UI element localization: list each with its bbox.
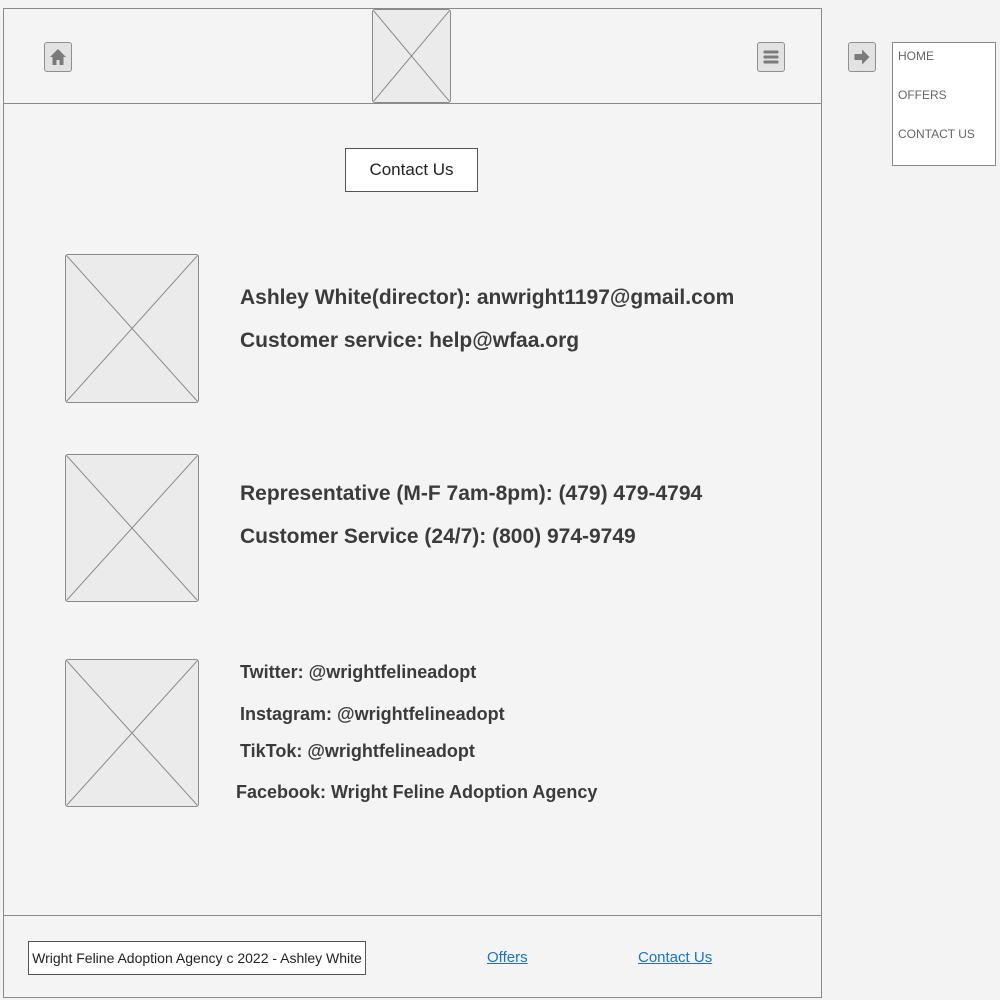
header-divider [3, 103, 822, 104]
social-image-placeholder [65, 659, 199, 807]
footer-link-offers[interactable]: Offers [487, 949, 528, 966]
email-image-placeholder [65, 254, 199, 403]
director-email: Ashley White(director): anwright1197@gma… [240, 286, 735, 309]
hamburger-menu-icon [763, 50, 779, 64]
footer-link-contact-us[interactable]: Contact Us [638, 949, 712, 966]
representative-phone: Representative (M-F 7am-8pm): (479) 479-… [240, 482, 703, 505]
arrow-right-icon [854, 49, 870, 65]
customer-service-phone: Customer Service (24/7): (800) 974-9749 [240, 525, 636, 548]
menu-button[interactable] [757, 42, 785, 72]
footer-credit: Wright Feline Adoption Agency c 2022 - A… [28, 941, 366, 975]
menu-item-contact-us[interactable]: CONTACT US [898, 127, 975, 141]
home-icon [50, 49, 66, 65]
side-menu: HOME OFFERS CONTACT US [892, 42, 996, 166]
menu-item-offers[interactable]: OFFERS [898, 88, 947, 102]
phone-image-placeholder [65, 454, 199, 602]
menu-item-home[interactable]: HOME [898, 49, 934, 63]
tiktok-handle: TikTok: @wrightfelineadopt [240, 741, 475, 761]
collapse-menu-button[interactable] [848, 42, 876, 72]
customer-service-email: Customer service: help@wfaa.org [240, 329, 580, 352]
footer-divider [3, 915, 822, 916]
page-title: Contact Us [345, 148, 478, 192]
logo-image-placeholder [372, 9, 451, 103]
page-title-text: Contact Us [369, 160, 454, 179]
footer-credit-text: Wright Feline Adoption Agency c 2022 - A… [32, 950, 362, 966]
facebook-page: Facebook: Wright Feline Adoption Agency [236, 782, 598, 802]
home-button[interactable] [44, 42, 72, 72]
twitter-handle: Twitter: @wrightfelineadopt [240, 662, 477, 682]
instagram-handle: Instagram: @wrightfelineadopt [240, 704, 505, 724]
